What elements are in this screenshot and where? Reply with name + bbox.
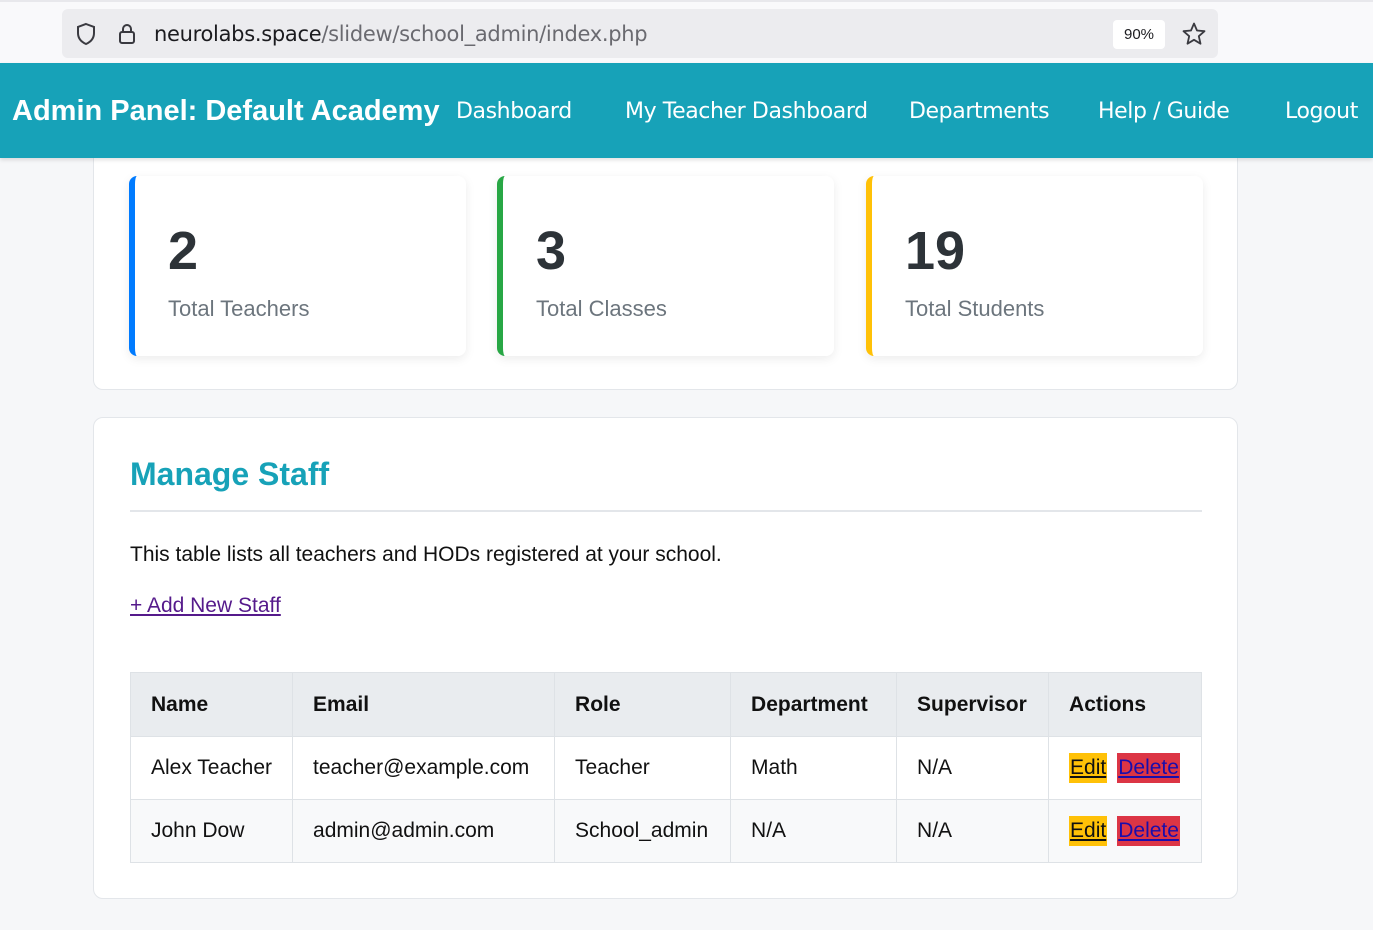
table-header-row: Name Email Role Department Supervisor Ac… — [129, 672, 1202, 737]
browser-toolbar: neurolabs.space/slidew/school_admin/inde… — [0, 0, 1373, 63]
cell-department: N/A — [730, 799, 898, 863]
cell-role: School_admin — [554, 799, 732, 863]
cell-name: Alex Teacher — [129, 736, 294, 800]
cell-supervisor: N/A — [896, 799, 1050, 863]
top-navbar: Admin Panel: Default Academy Dashboard M… — [0, 63, 1373, 158]
nav-help-guide[interactable]: Help / Guide — [1098, 99, 1230, 124]
stat-card-classes: 3 Total Classes — [497, 176, 834, 356]
column-header-role: Role — [554, 672, 732, 737]
stat-label: Total Classes — [536, 296, 667, 321]
column-header-actions: Actions — [1048, 672, 1202, 737]
edit-button[interactable]: Edit — [1069, 816, 1108, 846]
cell-supervisor: N/A — [896, 736, 1050, 800]
stat-label: Total Students — [905, 296, 1045, 321]
delete-button[interactable]: Delete — [1117, 753, 1180, 783]
staff-table: Name Email Role Department Supervisor Ac… — [129, 672, 1202, 863]
cell-name: John Dow — [129, 799, 294, 863]
edit-button[interactable]: Edit — [1069, 753, 1108, 783]
nav-logout[interactable]: Logout — [1285, 99, 1358, 124]
navbar-brand[interactable]: Admin Panel: Default Academy — [12, 95, 440, 128]
table-row: John Dow admin@admin.com School_admin N/… — [129, 799, 1202, 863]
url-host: neurolabs.space — [154, 22, 322, 46]
section-title: Manage Staff — [130, 456, 330, 492]
star-bookmark-icon[interactable] — [1181, 21, 1207, 47]
add-new-staff-link[interactable]: + Add New Staff — [130, 594, 281, 618]
stat-value: 2 — [168, 221, 199, 281]
cell-email: admin@admin.com — [292, 799, 556, 863]
zoom-indicator[interactable]: 90% — [1113, 20, 1165, 49]
shield-icon[interactable] — [73, 21, 99, 47]
nav-departments[interactable]: Departments — [909, 99, 1050, 124]
lock-icon[interactable] — [114, 21, 140, 47]
cell-role: Teacher — [554, 736, 732, 800]
column-header-supervisor: Supervisor — [896, 672, 1050, 737]
stats-panel: 2 Total Teachers 3 Total Classes 19 Tota… — [93, 120, 1238, 390]
manage-staff-panel: Manage Staff This table lists all teache… — [93, 417, 1238, 899]
cell-email: teacher@example.com — [292, 736, 556, 800]
nav-dashboard[interactable]: Dashboard — [456, 99, 572, 124]
stat-label: Total Teachers — [168, 296, 310, 321]
address-bar[interactable]: neurolabs.space/slidew/school_admin/inde… — [62, 9, 1218, 58]
cell-actions: Edit Delete — [1048, 736, 1202, 800]
column-header-department: Department — [730, 672, 898, 737]
stat-card-teachers: 2 Total Teachers — [129, 176, 466, 356]
stat-card-students: 19 Total Students — [866, 176, 1203, 356]
cell-department: Math — [730, 736, 898, 800]
table-row: Alex Teacher teacher@example.com Teacher… — [129, 736, 1202, 800]
column-header-email: Email — [292, 672, 556, 737]
section-description: This table lists all teachers and HODs r… — [130, 543, 722, 566]
stat-value: 3 — [536, 221, 567, 281]
stat-value: 19 — [905, 221, 966, 281]
cell-actions: Edit Delete — [1048, 799, 1202, 863]
nav-my-teacher-dashboard[interactable]: My Teacher Dashboard — [625, 99, 868, 124]
divider — [130, 510, 1202, 512]
url-path: /slidew/school_admin/index.php — [321, 22, 648, 46]
column-header-name: Name — [129, 672, 294, 737]
delete-button[interactable]: Delete — [1117, 816, 1180, 846]
url-text[interactable]: neurolabs.space/slidew/school_admin/inde… — [154, 22, 648, 46]
